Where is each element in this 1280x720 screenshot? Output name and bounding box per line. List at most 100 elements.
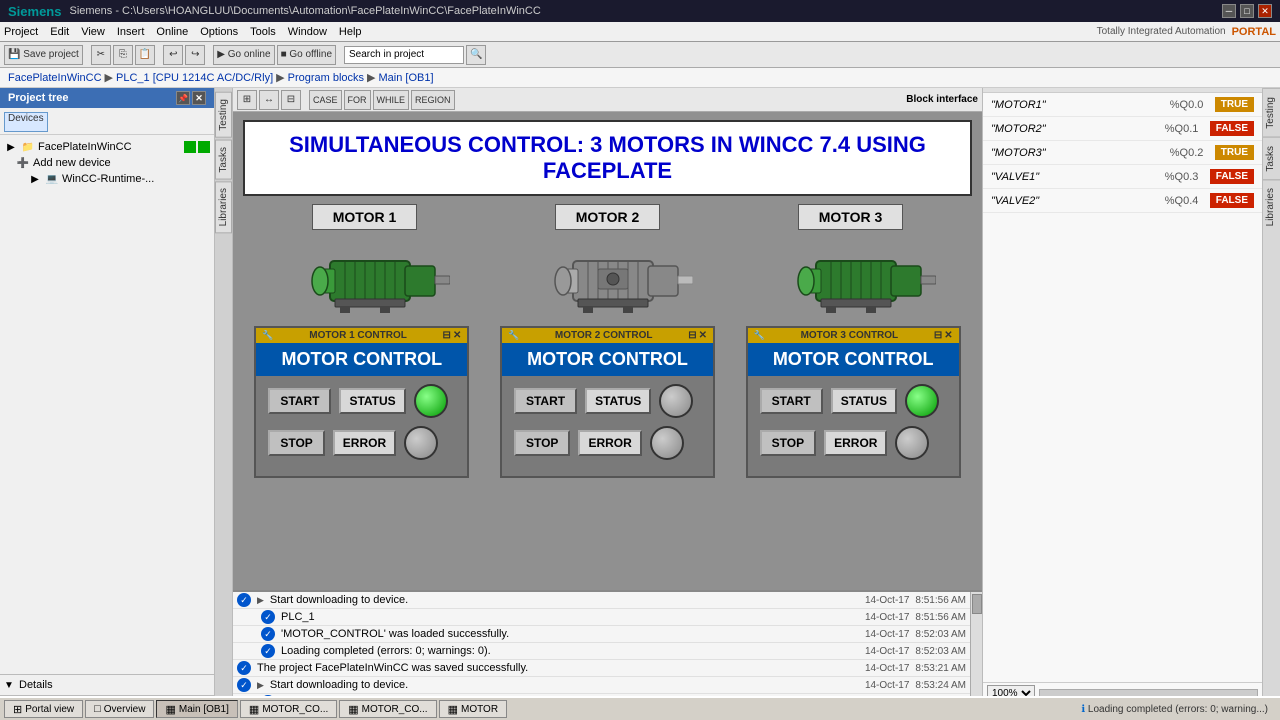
hmi-canvas: SIMULTANEOUS CONTROL: 3 MOTORS IN WINCC … (233, 112, 982, 590)
menu-window[interactable]: Window (288, 26, 327, 38)
tag-value-valve1: FALSE (1210, 169, 1254, 184)
log-scroll-thumb[interactable] (972, 594, 982, 614)
devices-tab-button[interactable]: Devices (4, 112, 48, 132)
motor1-start-button[interactable]: START (268, 388, 331, 414)
motor1-error-button[interactable]: ERROR (333, 430, 396, 456)
taskbar-motor-co1[interactable]: ▦ MOTOR_CO... (240, 700, 337, 718)
motor3-start-button[interactable]: START (760, 388, 823, 414)
motor3-panel-restore-icon[interactable]: ⊟ (934, 330, 942, 341)
taskbar-overview[interactable]: □ Overview (85, 700, 154, 718)
minimize-button[interactable]: ─ (1222, 4, 1236, 18)
motor3-stop-row: STOP ERROR (760, 426, 947, 460)
menu-tools[interactable]: Tools (250, 26, 276, 38)
motor1-panel-header-label: MOTOR 1 CONTROL (309, 330, 407, 341)
sidebar: Project tree 📌 ✕ Devices ▶ 📁 FacePlateIn… (0, 88, 215, 720)
motor3-error-button[interactable]: ERROR (824, 430, 887, 456)
motor3-status-button[interactable]: STATUS (831, 388, 897, 414)
motor2-start-button[interactable]: START (514, 388, 577, 414)
case-btn[interactable]: CASE (309, 90, 342, 110)
breadcrumb-item-4[interactable]: Main [OB1] (379, 72, 434, 84)
menu-insert[interactable]: Insert (117, 26, 145, 38)
region-btn[interactable]: REGION (411, 90, 455, 110)
taskbar-status: ℹ Loading completed (errors: 0; warning.… (1081, 704, 1276, 715)
sidebar-tab-libraries[interactable]: Libraries (215, 181, 232, 233)
sidebar-title: Project tree (8, 92, 69, 104)
motor3-start-row: START STATUS (760, 384, 947, 418)
menu-project[interactable]: Project (4, 26, 38, 38)
cut-button[interactable]: ✂ (91, 45, 111, 65)
motor1-stop-row: STOP ERROR (268, 426, 455, 460)
taskbar-portal-view[interactable]: ⊞ Portal view (4, 700, 83, 718)
while-btn[interactable]: WHILE (373, 90, 410, 110)
motor2-panel-header-icon: 🔧 (508, 330, 519, 341)
motor1-panel-close-icon[interactable]: ✕ (453, 330, 461, 341)
taskbar-motor[interactable]: ▦ MOTOR (439, 700, 507, 718)
close-button[interactable]: ✕ (1258, 4, 1272, 18)
maximize-button[interactable]: □ (1240, 4, 1254, 18)
taskbar-motor-co2[interactable]: ▦ MOTOR_CO... (339, 700, 436, 718)
tag-row-valve2: "VALVE2" %Q0.4 FALSE (983, 189, 1262, 213)
secondary-toolbar: ⊞ ↔ ⊟ CASE FOR WHILE REGION Block interf… (233, 88, 982, 112)
motor1-image (275, 238, 455, 318)
menu-help[interactable]: Help (339, 26, 362, 38)
motor2-panel-header-label: MOTOR 2 CONTROL (555, 330, 653, 341)
sidebar-pin-button[interactable]: 📌 (176, 91, 190, 105)
sidebar-item-add-device[interactable]: ➕ Add new device (4, 155, 210, 171)
motor2-status-button[interactable]: STATUS (585, 388, 651, 414)
search-button[interactable]: 🔍 (466, 45, 486, 65)
sidebar-tab-testing[interactable]: Testing (215, 92, 232, 138)
motor1-status-button[interactable]: STATUS (339, 388, 405, 414)
undo-button[interactable]: ↩ (163, 45, 183, 65)
taskbar-main-ob1[interactable]: ▦ Main [OB1] (156, 700, 237, 718)
copy-button[interactable]: ⎘ (113, 45, 133, 65)
motor2-stop-button[interactable]: STOP (514, 430, 570, 456)
go-offline-button[interactable]: ■ Go offline (277, 45, 336, 65)
sidebar-tab-tasks[interactable]: Tasks (215, 140, 232, 180)
stn-btn[interactable]: ⊟ (281, 90, 301, 110)
rsidebar-tab-libraries[interactable]: Libraries (1263, 179, 1280, 234)
chevron-down-icon: ▼ (2, 678, 16, 692)
paste-button[interactable]: 📋 (135, 45, 155, 65)
motor2-error-button[interactable]: ERROR (578, 430, 641, 456)
menu-view[interactable]: View (81, 26, 105, 38)
for-btn[interactable]: FOR (344, 90, 371, 110)
sidebar-header: Project tree 📌 ✕ (0, 88, 214, 108)
plc-tags-panel: "MOTOR1" %Q0.0 TRUE "MOTOR2" %Q0.1 FALSE… (982, 88, 1262, 720)
sidebar-close-button[interactable]: ✕ (192, 91, 206, 105)
motor1-stop-button[interactable]: STOP (268, 430, 324, 456)
sidebar-item-faceplatewincc[interactable]: ▶ 📁 FacePlateInWinCC (4, 139, 210, 155)
right-vertical-tabs: Testing Tasks Libraries (1262, 88, 1280, 720)
breadcrumb-item-3[interactable]: Program blocks (288, 72, 364, 84)
motor1-start-row: START STATUS (268, 384, 455, 418)
redo-button[interactable]: ↪ (185, 45, 205, 65)
breadcrumb-item-1[interactable]: FacePlateInWinCC (8, 72, 102, 84)
motor2-panel-restore-icon[interactable]: ⊟ (688, 330, 696, 341)
motor3-stop-button[interactable]: STOP (760, 430, 816, 456)
menu-edit[interactable]: Edit (50, 26, 69, 38)
main-ob1-icon: ▦ (165, 703, 175, 716)
search-input[interactable] (344, 46, 464, 64)
go-online-button[interactable]: ▶ Go online (213, 45, 274, 65)
menu-online[interactable]: Online (156, 26, 188, 38)
motor1-panel-restore-icon[interactable]: ⊟ (443, 330, 451, 341)
ladder-btn[interactable]: ⊞ (237, 90, 257, 110)
motor3-panel-close-icon[interactable]: ✕ (944, 330, 952, 341)
rsidebar-tab-tasks[interactable]: Tasks (1263, 137, 1280, 180)
motor2-label: MOTOR 2 (555, 204, 661, 230)
main-layout: Project tree 📌 ✕ Devices ▶ 📁 FacePlateIn… (0, 88, 1280, 720)
motor1-status-indicator (414, 384, 448, 418)
sidebar-item-details[interactable]: ▼ Details (2, 677, 212, 693)
motor2-panel-close-icon[interactable]: ✕ (699, 330, 707, 341)
sidebar-tree: ▶ 📁 FacePlateInWinCC ➕ Add new device ▶ … (0, 135, 214, 674)
rsidebar-tab-testing[interactable]: Testing (1263, 88, 1280, 137)
motor-co2-icon: ▦ (348, 703, 358, 716)
motor3-error-indicator (895, 426, 929, 460)
project-icon: 📁 (21, 140, 35, 154)
content-right-wrapper: ⊞ ↔ ⊟ CASE FOR WHILE REGION Block interf… (233, 88, 1280, 720)
tag-value-motor2: FALSE (1210, 121, 1254, 136)
save-project-button[interactable]: 💾 Save project (4, 45, 83, 65)
menu-options[interactable]: Options (200, 26, 238, 38)
sidebar-item-wincc-runtime[interactable]: ▶ 💻 WinCC-Runtime-... (4, 171, 210, 187)
fbd-btn[interactable]: ↔ (259, 90, 279, 110)
breadcrumb-item-2[interactable]: PLC_1 [CPU 1214C AC/DC/Rly] (116, 72, 273, 84)
